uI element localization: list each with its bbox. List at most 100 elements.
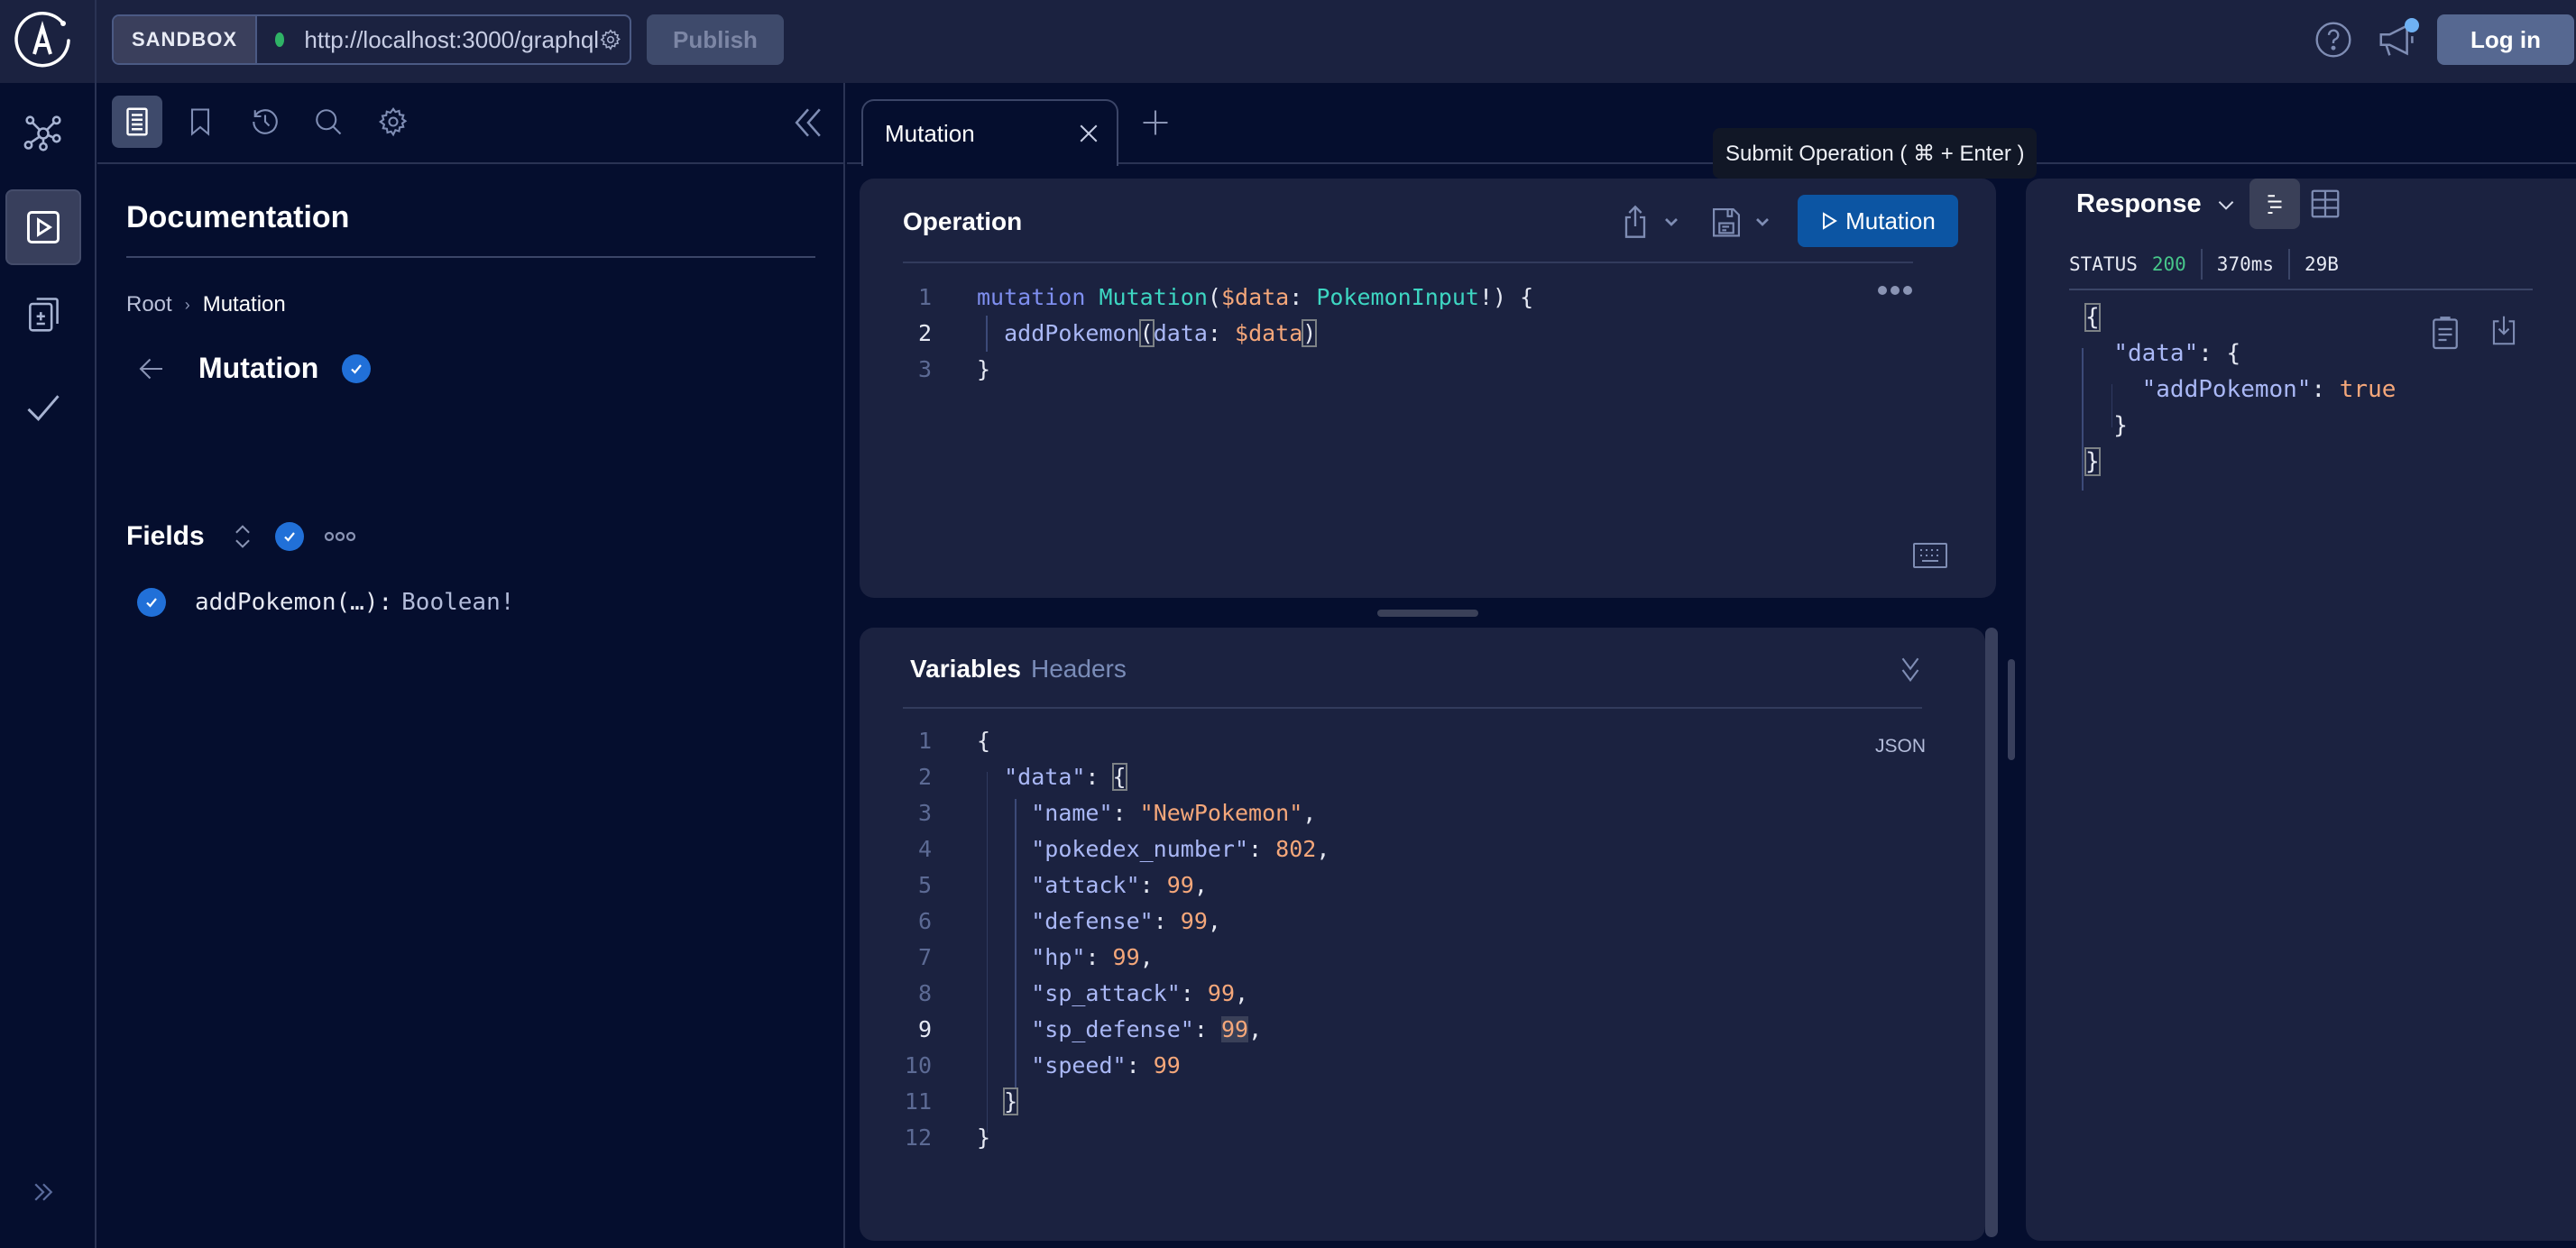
panel-resize-handle[interactable] xyxy=(1377,610,1478,617)
field-colon: : xyxy=(378,589,393,616)
code-token: "speed" xyxy=(1031,1052,1127,1078)
code-text: "attack": 99, xyxy=(977,867,1208,904)
divider xyxy=(2200,249,2203,280)
code-line[interactable]: 1{ xyxy=(896,723,1852,759)
rail-changelog-button[interactable] xyxy=(5,276,81,352)
code-token: { xyxy=(977,728,991,754)
docs-tab-settings[interactable] xyxy=(368,96,419,148)
apollo-logo-icon[interactable] xyxy=(13,11,72,70)
code-line[interactable]: 7 "hp": 99, xyxy=(896,940,1852,976)
code-token: , xyxy=(1139,944,1154,970)
collapse-double-chevron-down-icon[interactable] xyxy=(1897,655,1924,685)
code-token: : xyxy=(1085,944,1113,970)
tab-variables[interactable]: Variables xyxy=(910,655,1021,684)
tab-mutation[interactable]: Mutation xyxy=(861,99,1118,166)
code-text: "sp_defense": 99, xyxy=(977,1012,1262,1048)
share-operation-button[interactable] xyxy=(1620,202,1692,242)
field-name[interactable]: addPokemon(…) xyxy=(195,589,379,616)
login-button[interactable]: Log in xyxy=(2437,14,2574,65)
expand-rail-button[interactable] xyxy=(5,1154,81,1230)
run-mutation-button[interactable]: Mutation xyxy=(1798,195,1958,247)
code-line[interactable]: 3 "name": "NewPokemon", xyxy=(896,795,1852,831)
code-line[interactable]: 2 addPokemon(data: $data) xyxy=(896,316,1870,352)
docs-tab-saved-operations[interactable] xyxy=(175,96,225,148)
format-label: JSON xyxy=(1875,736,1927,757)
more-options-icon[interactable] xyxy=(324,530,356,543)
response-json-view-button[interactable] xyxy=(2249,179,2300,229)
rail-explorer-button[interactable] xyxy=(5,189,81,265)
docs-tab-documentation[interactable] xyxy=(112,96,162,148)
code-line[interactable]: 2 "data": { xyxy=(896,759,1852,795)
code-line[interactable]: 8 "sp_attack": 99, xyxy=(896,976,1852,1012)
code-line[interactable]: 9 "sp_defense": 99, xyxy=(896,1012,1852,1048)
close-tab-icon[interactable] xyxy=(1075,120,1102,147)
docs-tab-search[interactable] xyxy=(303,96,354,148)
response-view-selector[interactable]: Response xyxy=(2076,189,2238,219)
rail-schema-button[interactable] xyxy=(5,96,81,171)
download-icon[interactable] xyxy=(2491,314,2516,346)
endpoint-url-input[interactable]: http://localhost:3000/graphql xyxy=(304,26,599,54)
back-arrow-icon[interactable] xyxy=(135,353,168,385)
status-code: 200 xyxy=(2151,253,2186,275)
page-scrollbar-thumb[interactable] xyxy=(2008,659,2015,760)
code-line[interactable]: 6 "defense": 99, xyxy=(896,904,1852,940)
code-token: !) { xyxy=(1478,284,1534,310)
code-token: , xyxy=(1302,800,1317,826)
rail-checks-button[interactable] xyxy=(5,370,81,445)
code-token: mutation xyxy=(977,284,1086,310)
code-line[interactable]: 1 mutation Mutation($data: PokemonInput!)… xyxy=(896,280,1870,316)
code-token: : { xyxy=(2198,340,2241,367)
code-token: "name" xyxy=(1031,800,1113,826)
variables-scrollbar[interactable] xyxy=(1985,628,1998,1237)
code-line[interactable]: 10 "speed": 99 xyxy=(896,1048,1852,1084)
code-line[interactable]: 11 } xyxy=(896,1084,1852,1120)
code-text: } xyxy=(977,1084,1019,1120)
response-title: Response xyxy=(2076,189,2202,218)
code-text: } xyxy=(2084,444,2101,480)
save-operation-button[interactable] xyxy=(1711,202,1783,242)
docs-tab-history[interactable] xyxy=(240,96,290,148)
field-type-link[interactable]: Boolean! xyxy=(401,589,514,616)
code-line[interactable]: 3} xyxy=(896,352,1870,388)
collapse-panel-double-chevron-left-icon[interactable] xyxy=(788,103,828,142)
copy-clipboard-icon[interactable] xyxy=(2432,314,2459,350)
table-grid-icon[interactable] xyxy=(2309,188,2341,220)
publish-button[interactable]: Publish xyxy=(647,14,784,65)
endpoint-selector[interactable]: SANDBOX http://localhost:3000/graphql xyxy=(112,14,631,65)
code-line[interactable]: 4 "pokedex_number": 802, xyxy=(896,831,1852,867)
variables-panel: Variables Headers JSON 1{2 "data": {3 "n… xyxy=(860,628,1985,1241)
line-number: 8 xyxy=(917,980,932,1006)
code-token: { xyxy=(1111,763,1127,791)
code-token: : xyxy=(1289,284,1317,310)
documentation-panel: Documentation Root › Mutation Mutation F… xyxy=(97,83,845,1248)
code-text: mutation Mutation($data: PokemonInput!) … xyxy=(977,280,1533,316)
code-token: , xyxy=(1235,980,1249,1006)
field-checkbox[interactable] xyxy=(137,588,166,617)
code-text: } xyxy=(977,1120,990,1156)
line-number: 6 xyxy=(917,908,932,934)
variables-editor[interactable]: 1{2 "data": {3 "name": "NewPokemon", 4 "p… xyxy=(896,723,1852,1156)
connection-settings-gear-icon[interactable] xyxy=(599,22,622,58)
select-all-type-checkbox[interactable] xyxy=(342,353,372,383)
code-token: : xyxy=(1126,1052,1154,1078)
code-line[interactable]: 5 "attack": 99, xyxy=(896,867,1852,904)
checkmark-icon xyxy=(351,363,363,374)
help-question-icon[interactable] xyxy=(2314,20,2353,60)
play-icon xyxy=(1823,212,1838,230)
select-all-fields-checkbox[interactable] xyxy=(274,522,304,551)
breadcrumb-root-link[interactable]: Root xyxy=(126,292,172,317)
operation-editor[interactable]: 1 mutation Mutation($data: PokemonInput!)… xyxy=(896,280,1870,388)
code-text: "name": "NewPokemon", xyxy=(977,795,1316,831)
code-text: "speed": 99 xyxy=(977,1048,1181,1084)
add-tab-plus-icon[interactable] xyxy=(1139,106,1172,139)
code-line[interactable]: 12} xyxy=(896,1120,1852,1156)
tab-headers[interactable]: Headers xyxy=(1031,655,1127,684)
sort-chevrons-icon[interactable] xyxy=(230,521,255,552)
editor-more-options-icon[interactable] xyxy=(1877,285,1913,296)
code-token: 99 xyxy=(1207,980,1236,1006)
field-list-item[interactable]: addPokemon(…) : Boolean! xyxy=(137,588,514,617)
keyboard-shortcuts-icon[interactable] xyxy=(1913,543,1947,568)
code-token: "data" xyxy=(1004,764,1086,790)
indent-guide xyxy=(1015,799,1017,1087)
